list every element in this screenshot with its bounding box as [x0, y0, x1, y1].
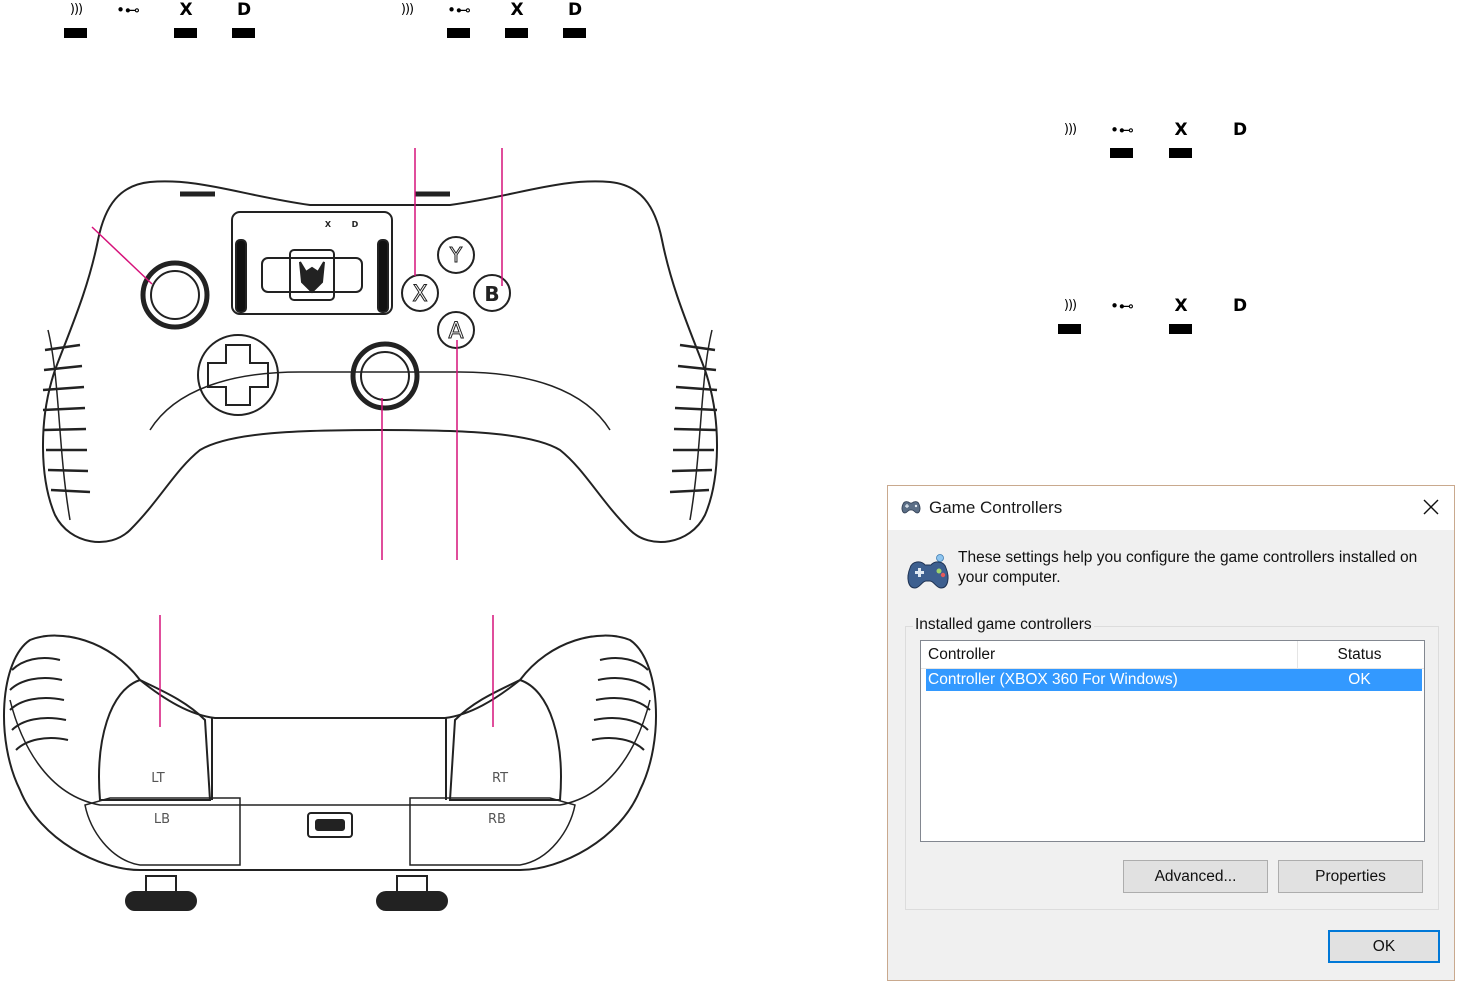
callout-lines-front — [91, 148, 503, 560]
column-controller[interactable]: Controller — [928, 646, 995, 664]
row-status: OK — [1348, 671, 1371, 688]
close-icon — [1423, 499, 1439, 515]
rb-label: RB — [488, 812, 506, 827]
list-header: Controller Status — [921, 641, 1424, 669]
d-mode-label: D — [1232, 296, 1248, 316]
x-mode-label: X — [1174, 296, 1188, 316]
face-a-label: A — [448, 319, 463, 344]
dialog-title: Game Controllers — [929, 498, 1063, 517]
callout-lines-top — [159, 615, 494, 727]
ok-button[interactable]: OK — [1328, 930, 1440, 963]
mini-led-d-label: D — [352, 220, 359, 229]
top-body-outline — [2, 634, 658, 871]
controller-front-view — [42, 180, 718, 543]
center-panel — [231, 211, 393, 315]
right-stick-cap — [376, 891, 448, 911]
advanced-button[interactable]: Advanced... — [1123, 860, 1268, 893]
left-stick-cap — [125, 891, 197, 911]
controller-diagrams: Y X B A X D LT RT LB RB — [2, 148, 718, 911]
group-label: Installed game controllers — [913, 616, 1094, 634]
gamepad-icon — [901, 501, 921, 514]
lb-label: LB — [154, 812, 170, 827]
led-x-mode — [1169, 148, 1192, 158]
fox-logo-icon — [299, 261, 325, 294]
usb-icon: •⊷ — [1110, 297, 1134, 315]
intro-text: These settings help you configure the ga… — [958, 549, 1418, 586]
face-x-label: X — [412, 282, 427, 307]
mini-led-x-label: X — [325, 220, 332, 229]
led-wireless — [1058, 324, 1081, 334]
row-controller: Controller (XBOX 360 For Windows) — [928, 671, 1178, 688]
game-controller-icon — [907, 554, 949, 589]
usb-icon: •⊷ — [1110, 121, 1134, 139]
dialog-titlebar[interactable]: Game Controllers — [888, 486, 1454, 530]
indicator-panel-3: ))) •⊷ X D — [1055, 120, 1255, 166]
lt-label: LT — [151, 771, 164, 786]
face-y-label: Y — [449, 243, 463, 267]
controller-body-outline — [42, 180, 718, 543]
table-row[interactable]: Controller (XBOX 360 For Windows) OK — [926, 669, 1422, 691]
led-x-mode — [1169, 324, 1192, 334]
controller-top-view — [2, 634, 658, 911]
d-mode-label: D — [1232, 120, 1248, 140]
close-button[interactable] — [1408, 486, 1454, 530]
controller-list[interactable]: Controller Status Controller (XBOX 360 F… — [920, 640, 1425, 842]
rt-label: RT — [492, 771, 508, 786]
game-controllers-dialog: Game Controllers These settings help you… — [887, 485, 1455, 981]
wireless-icon: ))) — [1063, 122, 1077, 137]
right-stick — [350, 341, 420, 411]
properties-button[interactable]: Properties — [1278, 860, 1423, 893]
x-mode-label: X — [1174, 120, 1188, 140]
bumper-lb — [84, 797, 241, 866]
indicator-panel-4: ))) •⊷ X D — [1055, 296, 1255, 342]
column-status[interactable]: Status — [1298, 646, 1421, 664]
wireless-icon: ))) — [1063, 298, 1077, 313]
bumper-rb — [409, 797, 576, 866]
face-b-label: B — [484, 282, 499, 306]
left-stick — [140, 260, 210, 330]
led-usb — [1110, 148, 1133, 158]
